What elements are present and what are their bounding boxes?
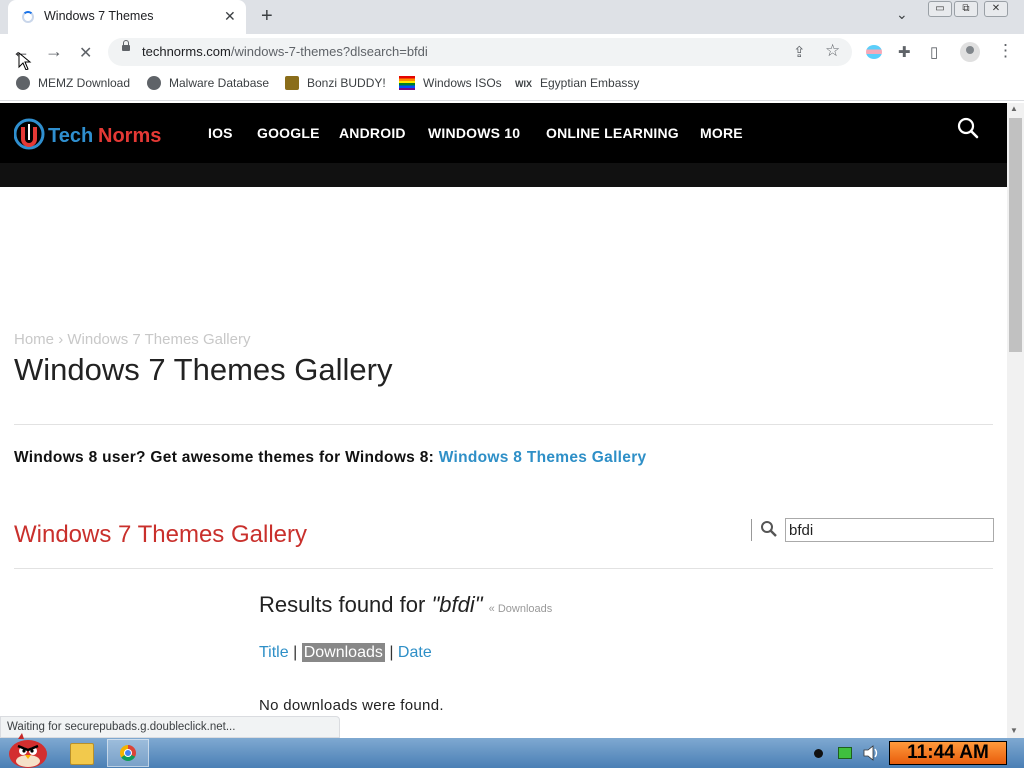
no-results-message: No downloads were found. (259, 697, 444, 714)
globe-icon (16, 76, 30, 90)
results-query: "bfdi" (431, 592, 483, 617)
bookmark-label: MEMZ Download (38, 76, 131, 90)
bonzi-icon (285, 76, 299, 90)
promo-text: Windows 8 user? Get awesome themes for W… (14, 449, 646, 467)
mouse-cursor-icon (18, 52, 32, 71)
profile-avatar[interactable] (960, 42, 980, 62)
search-divider (751, 519, 752, 541)
chrome-icon (120, 745, 136, 761)
browser-menu-icon[interactable]: ⋮ (997, 41, 1014, 61)
taskbar-clock[interactable]: 11:44 AM (889, 741, 1007, 765)
bookmark-bonzi-buddy[interactable]: Bonzi BUDDY! (285, 76, 386, 90)
svg-text:Tech: Tech (48, 125, 93, 147)
loading-spinner-icon (22, 11, 34, 23)
section-title: Windows 7 Themes Gallery (14, 521, 307, 548)
sort-title-link[interactable]: Title (259, 644, 289, 661)
tab-title: Windows 7 Themes (44, 9, 154, 23)
bookmark-label: Malware Database (169, 76, 270, 90)
site-subheader (0, 163, 1007, 187)
themes-search-input[interactable] (785, 518, 994, 542)
magnifier-icon[interactable] (760, 520, 778, 538)
promo-label: Windows 8 user? Get awesome themes for W… (14, 449, 435, 466)
globe-icon (147, 76, 161, 90)
sort-bar: Title | Downloads | Date (259, 643, 432, 662)
sort-downloads-active[interactable]: Downloads (301, 643, 385, 662)
nav-google[interactable]: GOOGLE (257, 125, 320, 141)
network-icon[interactable] (838, 747, 852, 759)
scrollbar-thumb[interactable] (1009, 118, 1022, 352)
bookmark-malware-database[interactable]: Malware Database (147, 76, 269, 90)
url-text[interactable]: technorms.com/windows-7-themes?dlsearch=… (142, 44, 428, 59)
extensions-icon[interactable]: ✚ (898, 43, 911, 61)
bookmark-star-icon[interactable]: ☆ (825, 41, 840, 61)
search-icon[interactable] (957, 117, 979, 139)
taskbar-chrome-button[interactable] (107, 739, 149, 767)
bookmark-memz-download[interactable]: MEMZ Download (16, 76, 130, 90)
url-domain: technorms.com (142, 44, 231, 59)
minimize-button[interactable]: ▭ (928, 1, 952, 17)
bookmark-egyptian-embassy[interactable]: WIX Egyptian Embassy (515, 76, 639, 90)
profile-icon (966, 46, 974, 54)
nav-android[interactable]: ANDROID (339, 125, 406, 141)
windows-8-themes-link[interactable]: Windows 8 Themes Gallery (439, 449, 647, 466)
technorms-logo[interactable]: Tech Norms (14, 118, 178, 150)
side-panel-icon[interactable]: ▯ (930, 43, 938, 61)
downloads-back-link[interactable]: « Downloads (489, 603, 553, 615)
forward-button[interactable]: → (45, 41, 63, 62)
angry-bird-start-icon[interactable] (4, 733, 50, 768)
window-close-button[interactable]: ✕ (984, 1, 1008, 17)
url-path: /windows-7-themes?dlsearch=bfdi (230, 44, 428, 59)
breadcrumb-separator: › (58, 331, 64, 348)
divider (14, 568, 993, 569)
bookmark-windows-isos[interactable]: Windows ISOs (399, 76, 502, 90)
new-tab-button[interactable]: + (261, 5, 273, 28)
tab-close-icon[interactable]: ✕ (224, 8, 236, 25)
rainbow-flag-icon (399, 76, 415, 90)
bookmark-label: Bonzi BUDDY! (307, 76, 386, 90)
page-title: Windows 7 Themes Gallery (14, 352, 393, 387)
wix-icon: WIX (515, 79, 532, 89)
bookmark-label: Windows ISOs (423, 76, 502, 90)
tray-dot-icon[interactable] (814, 749, 823, 758)
svg-text:Norms: Norms (98, 125, 161, 147)
results-heading: Results found for "bfdi" « Downloads (259, 592, 552, 618)
bookmark-label: Egyptian Embassy (540, 76, 640, 90)
file-explorer-icon[interactable] (70, 743, 94, 765)
scroll-down-arrow-icon[interactable]: ▼ (1010, 726, 1018, 735)
stop-loading-button[interactable]: ✕ (79, 43, 92, 63)
breadcrumb: Home › Windows 7 Themes Gallery (14, 331, 250, 348)
lock-icon[interactable] (122, 40, 130, 51)
sort-date-link[interactable]: Date (398, 644, 432, 661)
volume-icon[interactable] (862, 745, 880, 761)
sort-separator: | (293, 644, 298, 661)
nav-more[interactable]: MORE (700, 125, 743, 141)
restore-button[interactable]: ⧉ (954, 1, 978, 17)
divider (14, 424, 993, 425)
scroll-up-arrow-icon[interactable]: ▲ (1010, 104, 1018, 113)
breadcrumb-home[interactable]: Home (14, 331, 54, 348)
tab-search-icon[interactable]: ⌄ (896, 6, 908, 23)
status-bubble: Waiting for securepubads.g.doubleclick.n… (0, 716, 340, 738)
nav-ios[interactable]: IOS (208, 125, 233, 141)
sort-separator: | (389, 644, 394, 661)
extension-flag-icon[interactable] (866, 45, 882, 59)
share-icon[interactable]: ⇪ (793, 43, 806, 61)
nav-windows-10[interactable]: WINDOWS 10 (428, 125, 520, 141)
nav-online-learning[interactable]: ONLINE LEARNING (546, 125, 679, 141)
results-prefix: Results found for (259, 592, 426, 617)
breadcrumb-current[interactable]: Windows 7 Themes Gallery (67, 331, 250, 348)
